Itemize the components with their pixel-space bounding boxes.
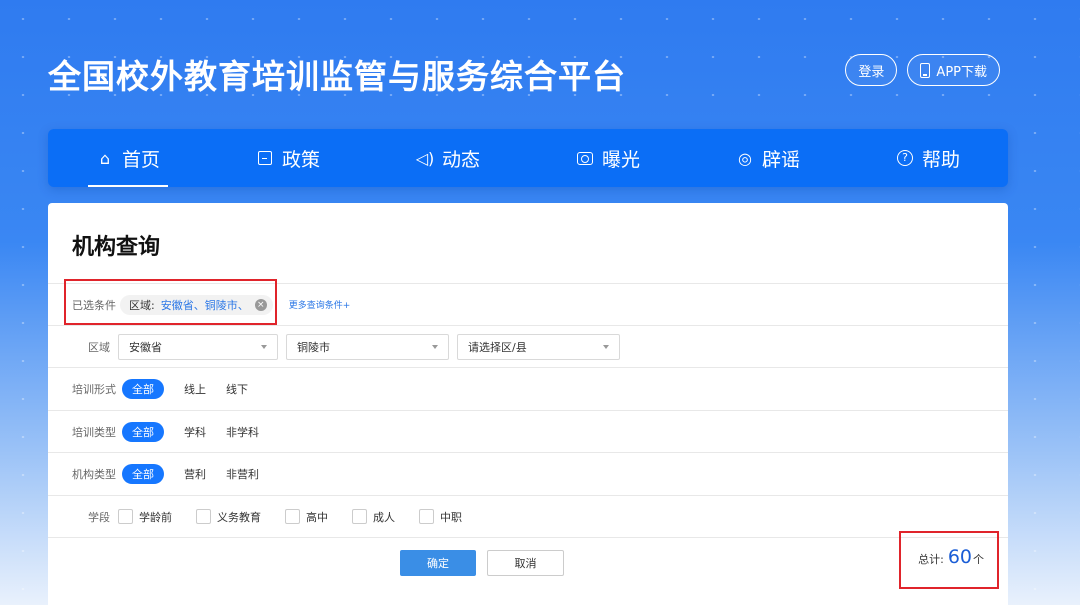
org-type-row: 机构类型 全部 营利 非营利 bbox=[48, 452, 1008, 494]
checkbox-label: 义务教育 bbox=[217, 510, 261, 524]
option-all[interactable]: 全部 bbox=[122, 378, 164, 399]
stage-checkbox-adult[interactable]: 成人 bbox=[352, 509, 395, 525]
help-icon: ? bbox=[896, 149, 914, 167]
checkbox-label: 中职 bbox=[440, 510, 462, 524]
stage-row: 学段 学龄前 义务教育 高中 成人 中职 bbox=[48, 495, 1008, 537]
city-select[interactable]: 铜陵市 bbox=[286, 333, 449, 360]
checkbox[interactable] bbox=[419, 509, 434, 524]
option-subject[interactable]: 学科 bbox=[184, 424, 206, 440]
chevron-down-icon bbox=[432, 344, 438, 349]
chevron-down-icon bbox=[603, 344, 609, 349]
header-actions: 登录 APP下载 bbox=[845, 54, 1000, 86]
site-title: 全国校外教育培训监管与服务综合平台 bbox=[48, 57, 626, 96]
phone-icon bbox=[920, 62, 931, 78]
divider bbox=[48, 537, 1008, 538]
province-select[interactable]: 安徽省 bbox=[118, 333, 278, 360]
nav-label: 政策 bbox=[281, 148, 320, 171]
checkbox[interactable] bbox=[196, 509, 211, 524]
option-online[interactable]: 线上 bbox=[184, 381, 206, 397]
option-all[interactable]: 全部 bbox=[122, 463, 164, 484]
highlight-box bbox=[64, 279, 277, 325]
org-query-card: 机构查询 已选条件 区域: 安徽省、铜陵市、 × 更多查询条件+ 区域 安徽省 … bbox=[48, 203, 1008, 605]
checkbox-label: 学龄前 bbox=[139, 510, 172, 524]
camera-icon bbox=[576, 149, 594, 167]
stage-checkbox-compulsory[interactable]: 义务教育 bbox=[196, 509, 261, 525]
org-type-label: 机构类型 bbox=[72, 467, 116, 481]
district-select[interactable]: 请选择区/县 bbox=[457, 333, 620, 360]
stage-checkbox-preschool[interactable]: 学龄前 bbox=[118, 509, 172, 525]
highlight-box bbox=[899, 531, 999, 589]
confirm-button[interactable]: 确定 bbox=[400, 550, 476, 576]
checkbox[interactable] bbox=[118, 509, 133, 524]
training-type-label: 培训类型 bbox=[72, 425, 116, 439]
page-title: 机构查询 bbox=[72, 235, 161, 260]
cancel-button[interactable]: 取消 bbox=[487, 550, 564, 576]
policy-icon bbox=[256, 149, 274, 167]
magnifier-icon: ◎ bbox=[738, 148, 752, 168]
nav-label: 首页 bbox=[121, 148, 160, 171]
option-profit[interactable]: 营利 bbox=[184, 466, 206, 482]
nav-label: 动态 bbox=[441, 148, 480, 171]
nav-item-help[interactable]: ? 帮助 bbox=[848, 129, 1008, 187]
city-value: 铜陵市 bbox=[297, 340, 330, 354]
login-label: 登录 bbox=[858, 64, 885, 80]
app-download-label: APP下载 bbox=[936, 64, 987, 80]
option-offline[interactable]: 线下 bbox=[226, 381, 248, 397]
nav-item-policy[interactable]: 政策 bbox=[208, 129, 368, 187]
nav-item-news[interactable]: ◁) 动态 bbox=[368, 129, 528, 187]
checkbox-label: 高中 bbox=[306, 510, 328, 524]
nav-label: 帮助 bbox=[921, 148, 960, 171]
checkbox-label: 成人 bbox=[373, 510, 395, 524]
stage-checkbox-high-school[interactable]: 高中 bbox=[285, 509, 328, 525]
checkbox[interactable] bbox=[352, 509, 367, 524]
stage-checkbox-vocational[interactable]: 中职 bbox=[419, 509, 462, 525]
nav-label: 曝光 bbox=[601, 148, 640, 171]
more-conditions-link[interactable]: 更多查询条件+ bbox=[289, 298, 351, 311]
region-row: 区域 安徽省 铜陵市 请选择区/县 bbox=[48, 325, 1008, 367]
option-non-profit[interactable]: 非营利 bbox=[226, 466, 259, 482]
app-download-button[interactable]: APP下载 bbox=[907, 54, 1000, 86]
training-type-row: 培训类型 全部 学科 非学科 bbox=[48, 410, 1008, 452]
training-form-label: 培训形式 bbox=[72, 382, 116, 396]
option-non-subject[interactable]: 非学科 bbox=[226, 424, 259, 440]
main-nav: ⌂ 首页 政策 ◁) 动态 曝光 ◎ 辟谣 ? 帮助 bbox=[48, 129, 1008, 187]
checkbox[interactable] bbox=[285, 509, 300, 524]
district-placeholder: 请选择区/县 bbox=[468, 340, 527, 354]
nav-item-home[interactable]: ⌂ 首页 bbox=[48, 129, 208, 187]
chevron-down-icon bbox=[261, 344, 267, 349]
option-all[interactable]: 全部 bbox=[122, 421, 164, 442]
stage-label: 学段 bbox=[88, 510, 110, 524]
nav-label: 辟谣 bbox=[761, 148, 800, 171]
training-form-row: 培训形式 全部 线上 线下 bbox=[48, 367, 1008, 409]
province-value: 安徽省 bbox=[129, 340, 162, 354]
region-label: 区域 bbox=[88, 340, 110, 354]
home-icon: ⌂ bbox=[99, 148, 111, 168]
nav-item-rumor[interactable]: ◎ 辟谣 bbox=[688, 129, 848, 187]
nav-item-exposure[interactable]: 曝光 bbox=[528, 129, 688, 187]
login-button[interactable]: 登录 bbox=[845, 54, 898, 86]
speaker-icon: ◁) bbox=[415, 148, 435, 168]
